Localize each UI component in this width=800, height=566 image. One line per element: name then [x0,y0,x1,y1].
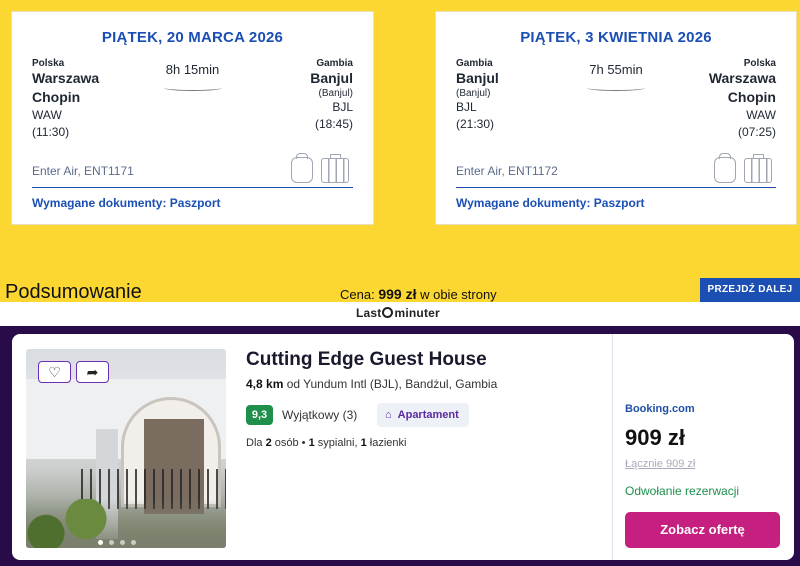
arrival-city: Warszawa [708,70,776,86]
suitcase-icon [744,154,772,183]
property-type-badge: ⌂ Apartament [377,403,469,427]
carousel-dots[interactable] [98,532,142,550]
departure-code: WAW [32,108,62,122]
summary-price: Cena: 999 zł w obie strony [340,286,497,302]
arrival-city: Banjul [310,70,353,86]
summary-title: Podsumowanie [5,281,142,303]
arrival-code: WAW [746,108,776,122]
flight-card-return: PIĄTEK, 3 KWIETNIA 2026 Gambia Banjul (B… [435,11,797,225]
provider-name: Booking.com [625,403,695,415]
distance-text: od Yundum Intl (BJL), Bandżul, Gambia [286,377,498,391]
brand-logo: Last minuter [356,306,440,320]
hotel-price: 909 zł [625,425,685,450]
duration-arc [587,85,645,91]
bedrooms-count: 1 [308,437,315,449]
arrival-time: (18:45) [314,117,353,131]
arrival-airport: Chopin [727,89,776,105]
guests-count: 2 [265,437,272,449]
share-icon[interactable]: ➦ [76,361,109,383]
price-value: 999 zł [378,286,417,302]
bathrooms-label: łazienki [369,437,407,449]
logo-left: Last [356,306,382,320]
flight-card-outbound: PIĄTEK, 20 MARCA 2026 Polska Warszawa Ch… [11,11,374,225]
divider [612,334,613,560]
departure-time: (21:30) [456,117,495,131]
airline-info: Enter Air, ENT1171 [32,164,134,178]
airline-info: Enter Air, ENT1172 [456,164,558,178]
arrival-country: Gambia [316,58,353,69]
flight-date: PIĄTEK, 3 KWIETNIA 2026 [520,29,712,46]
arrival-info: Polska Warszawa Chopin WAW (07:25) [709,58,776,141]
backpack-icon [291,153,313,183]
next-button[interactable]: PRZEJDŹ DALEJ [700,278,800,302]
departure-code: BJL [456,100,477,114]
details-prefix: Dla [246,437,263,449]
arrival-code: BJL [332,100,353,114]
rating-text: Wyjątkowy (3) [282,408,358,422]
hotel-distance: 4,8 km od Yundum Intl (BJL), Bandżul, Ga… [246,377,497,391]
departure-airport: Chopin [32,89,81,105]
arrival-time: (07:25) [737,125,776,139]
required-documents: Wymagane dokumenty: Paszport [456,196,645,210]
backpack-icon [714,153,736,183]
bathrooms-count: 1 [360,437,367,449]
logo-right: minuter [394,306,440,320]
arrival-country: Polska [743,58,776,69]
flight-date: PIĄTEK, 20 MARCA 2026 [101,29,284,46]
total-price: Łącznie 909 zł [625,458,696,470]
hotel-name[interactable]: Cutting Edge Guest House [246,349,487,371]
suitcase-icon [321,154,349,183]
rating-badge: 9,3 [246,405,273,425]
guests-label: osób • [274,437,306,449]
building-icon: ⌂ [385,409,392,421]
room-details: Dla 2 osób • 1 sypialni, 1 łazienki [246,437,406,449]
view-offer-button[interactable]: Zobacz ofertę [625,512,780,548]
price-prefix: Cena: [340,287,375,302]
departure-sub: (Banjul) [456,88,491,99]
arrival-info: Gambia Banjul (Banjul) BJL (18:45) [310,58,353,133]
price-suffix: w obie strony [420,287,497,302]
clock-icon [382,307,394,318]
arrival-sub: (Banjul) [318,88,353,99]
cancellation-info: Odwołanie rezerwacji [625,484,740,498]
required-documents: Wymagane dokumenty: Paszport [32,196,221,210]
duration-arc [163,85,222,91]
heart-icon[interactable]: ♡ [38,361,71,383]
departure-time: (11:30) [32,125,70,139]
divider [32,187,353,188]
property-type: Apartament [397,409,459,421]
bedrooms-label: sypialni, [317,437,358,449]
divider [456,187,776,188]
distance-value: 4,8 km [246,377,284,391]
